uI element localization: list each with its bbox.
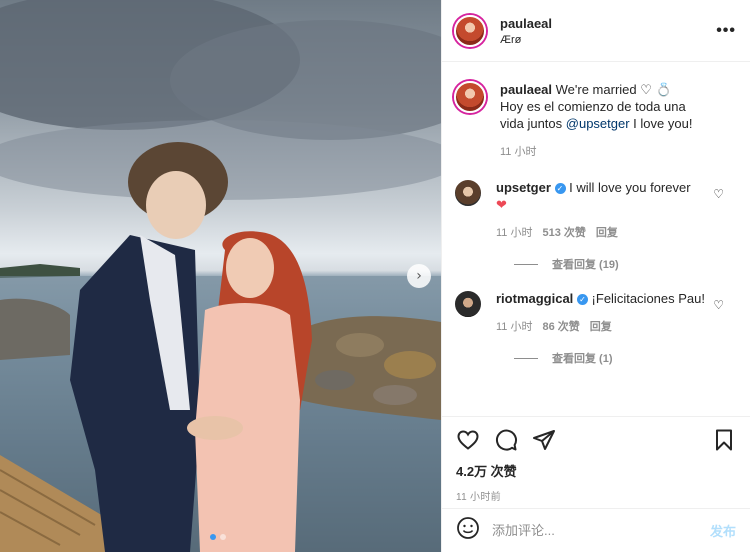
like-comment-icon[interactable]: ♡ bbox=[713, 298, 724, 312]
caption-time: 11 小时 bbox=[500, 146, 537, 158]
comment-likes[interactable]: 86 次赞 bbox=[542, 319, 579, 336]
ring-icon: 💍 bbox=[655, 82, 672, 97]
next-photo-button[interactable]: › bbox=[407, 264, 431, 288]
post-header: paulaeal Ærø ••• bbox=[442, 0, 750, 62]
comment-text: I will love you forever bbox=[569, 180, 691, 195]
like-count[interactable]: 4.2万 次赞 bbox=[456, 461, 736, 480]
emoji-icon[interactable] bbox=[456, 516, 480, 545]
post-sidebar: paulaeal Ærø ••• paulaeal We're married … bbox=[441, 0, 750, 552]
view-replies-button[interactable]: 查看回复 (19) bbox=[514, 256, 738, 272]
caption-username[interactable]: paulaeal bbox=[500, 82, 552, 97]
carousel-dots bbox=[210, 534, 226, 540]
post-time: 11 小时前 bbox=[456, 492, 501, 503]
comment-input[interactable] bbox=[492, 523, 710, 538]
comment-time: 11 小时 bbox=[496, 321, 533, 333]
post-location[interactable]: Ærø bbox=[500, 34, 552, 46]
divider-line bbox=[514, 263, 538, 265]
view-replies-label: 查看回复 (19) bbox=[552, 259, 619, 271]
avatar[interactable] bbox=[454, 179, 482, 207]
heart-icon[interactable] bbox=[456, 428, 480, 452]
comment-item: upsetger ✓ I will love you forever ❤ 11 … bbox=[454, 179, 738, 242]
photo-illustration bbox=[0, 0, 441, 552]
add-comment-bar: 发布 bbox=[442, 508, 750, 552]
comment-username[interactable]: riotmaggical bbox=[496, 291, 573, 306]
more-options-icon[interactable]: ••• bbox=[716, 22, 736, 40]
mention-link[interactable]: @upsetger bbox=[566, 116, 630, 131]
like-comment-icon[interactable]: ♡ bbox=[713, 187, 724, 201]
bookmark-icon[interactable] bbox=[712, 428, 736, 452]
chevron-right-icon: › bbox=[416, 268, 422, 284]
post-username[interactable]: paulaeal bbox=[500, 16, 552, 31]
action-bar: 4.2万 次赞 11 小时前 bbox=[442, 416, 750, 508]
view-replies-button[interactable]: 查看回复 (1) bbox=[514, 350, 738, 366]
caption: paulaeal We're married ♡ 💍 Hoy es el com… bbox=[454, 81, 738, 161]
caption-text-1: We're married bbox=[552, 82, 641, 97]
avatar[interactable] bbox=[454, 290, 482, 318]
red-heart-icon: ❤ bbox=[496, 197, 507, 212]
comment-item: riotmaggical ✓ ¡Felicitaciones Pau! 11 小… bbox=[454, 290, 738, 336]
comment-username[interactable]: upsetger bbox=[496, 180, 551, 195]
reply-button[interactable]: 回复 bbox=[596, 225, 618, 242]
comment-likes[interactable]: 513 次赞 bbox=[542, 225, 585, 242]
share-icon[interactable] bbox=[532, 428, 556, 452]
carousel-dot bbox=[220, 534, 226, 540]
comment-time: 11 小时 bbox=[496, 227, 533, 239]
view-replies-label: 查看回复 (1) bbox=[552, 353, 613, 365]
divider-line bbox=[514, 357, 538, 359]
post-photo[interactable]: › bbox=[0, 0, 441, 552]
avatar[interactable] bbox=[454, 14, 486, 47]
comment-text: ¡Felicitaciones Pau! bbox=[591, 291, 705, 306]
reply-button[interactable]: 回复 bbox=[590, 319, 612, 336]
verified-badge-icon: ✓ bbox=[554, 183, 566, 195]
verified-badge-icon: ✓ bbox=[576, 294, 588, 306]
caption-text-3: I love you! bbox=[629, 116, 693, 131]
avatar[interactable] bbox=[454, 81, 486, 113]
heart-outline-icon: ♡ bbox=[640, 82, 652, 97]
comments-list[interactable]: paulaeal We're married ♡ 💍 Hoy es el com… bbox=[442, 63, 750, 415]
post-comment-button[interactable]: 发布 bbox=[710, 521, 736, 540]
comment-icon[interactable] bbox=[494, 428, 518, 452]
carousel-dot-active bbox=[210, 534, 216, 540]
